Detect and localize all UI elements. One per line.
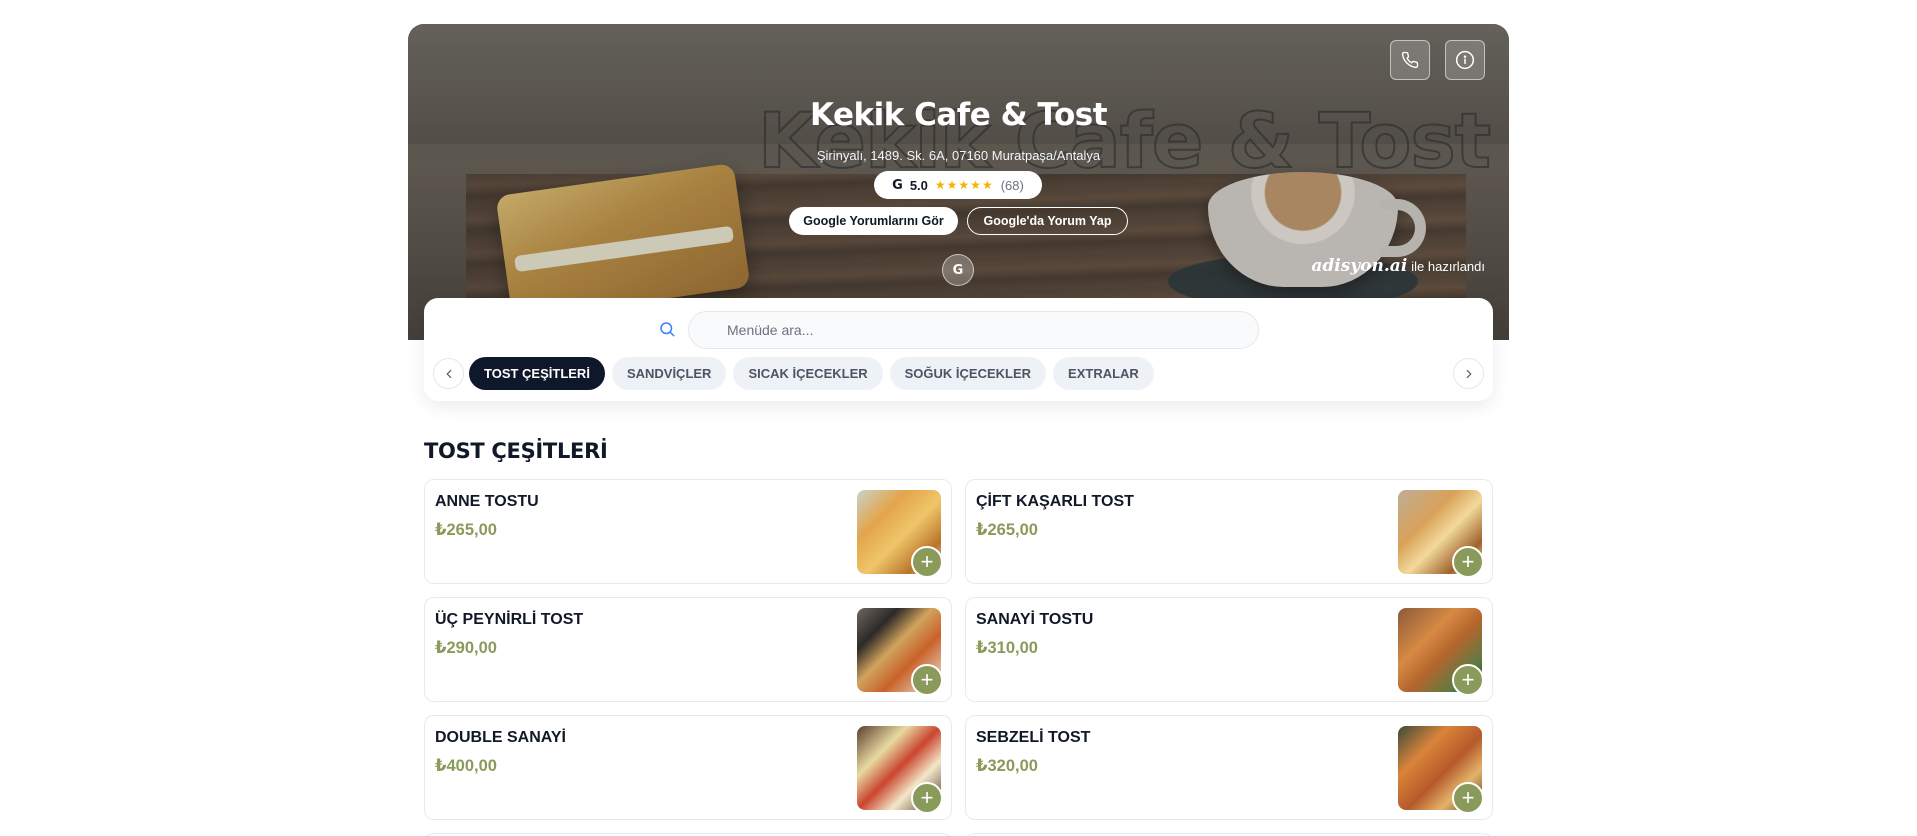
tab-sicak-icecekler[interactable]: SICAK İÇECEKLER [733, 357, 883, 390]
menu-item-card[interactable]: DOUBLE SANAYİ ₺400,00 + [424, 715, 952, 820]
write-review-button[interactable]: Google'da Yorum Yap [967, 207, 1128, 235]
menu-item-card[interactable]: ÇİFT KAŞARLI TOST ₺265,00 + [965, 479, 1493, 584]
info-button[interactable] [1445, 40, 1485, 80]
menu-item-card[interactable]: SANAYİ TOSTU ₺310,00 + [965, 597, 1493, 702]
phone-icon [1401, 51, 1419, 69]
rating-score: 5.0 [909, 177, 928, 193]
powered-by-suffix: ile hazırlandı [1411, 259, 1485, 274]
powered-by[interactable]: adisyon.ai ile hazırlandı [1311, 256, 1485, 276]
rating-badge: G 5.0 ★★★★★ (68) [874, 171, 1042, 199]
add-to-cart-button[interactable]: + [1452, 782, 1484, 814]
menu-item-price: ₺265,00 [976, 521, 1038, 539]
chevron-right-icon [1466, 369, 1472, 378]
search-panel: TOST ÇEŞİTLERİ SANDVİÇLER SICAK İÇECEKLE… [424, 298, 1493, 401]
tab-sandvicler[interactable]: SANDVİÇLER [611, 357, 727, 390]
plus-icon: + [920, 785, 934, 810]
add-to-cart-button[interactable]: + [1452, 546, 1484, 578]
menu-item-card[interactable]: ÜÇ PEYNİRLİ TOST ₺290,00 + [424, 597, 952, 702]
add-to-cart-button[interactable]: + [911, 546, 943, 578]
menu-item-card[interactable]: ANNE TOSTU ₺265,00 + [424, 479, 952, 584]
google-circle-icon[interactable]: G [942, 254, 974, 286]
google-icon: G [892, 177, 903, 193]
menu-item-name: ÇİFT KAŞARLI TOST [976, 493, 1134, 510]
hero-banner: Kekik Cafe & Tost Kekik Cafe & Tost Şiri… [408, 24, 1509, 340]
tab-extralar[interactable]: EXTRALAR [1053, 357, 1154, 390]
plus-icon: + [1461, 667, 1475, 692]
menu-item-name: SANAYİ TOSTU [976, 611, 1094, 628]
plus-icon: + [1461, 549, 1475, 574]
address-text: Şirinyalı, 1489. Sk. 6A, 07160 Muratpaşa… [816, 148, 1101, 163]
menu-item-name: SEBZELİ TOST [976, 729, 1091, 746]
menu-item-name: DOUBLE SANAYİ [435, 729, 566, 746]
menu-item-price: ₺310,00 [976, 639, 1038, 657]
category-scroll-right[interactable] [1453, 358, 1484, 389]
search-input[interactable] [688, 311, 1259, 349]
tab-soguk-icecekler[interactable]: SOĞUK İÇECEKLER [889, 357, 1047, 390]
menu-item-price: ₺400,00 [435, 757, 497, 775]
phone-button[interactable] [1390, 40, 1430, 80]
menu-item-name: ÜÇ PEYNİRLİ TOST [435, 611, 584, 628]
category-scroll-left[interactable] [433, 358, 464, 389]
menu-item-price: ₺320,00 [976, 757, 1038, 775]
add-to-cart-button[interactable]: + [1452, 664, 1484, 696]
google-reviews-button[interactable]: Google Yorumlarını Gör [789, 207, 958, 235]
menu-item-name: ANNE TOSTU [435, 493, 539, 510]
star-icons: ★★★★★ [934, 178, 994, 192]
menu-item-price: ₺265,00 [435, 521, 497, 539]
search-icon [660, 322, 675, 337]
menu-item-card[interactable]: SEBZELİ TOST ₺320,00 + [965, 715, 1493, 820]
menu-item-price: ₺290,00 [435, 639, 497, 657]
category-tabs: TOST ÇEŞİTLERİ SANDVİÇLER SICAK İÇECEKLE… [469, 357, 1154, 390]
plus-icon: + [1461, 785, 1475, 810]
add-to-cart-button[interactable]: + [911, 782, 943, 814]
plus-icon: + [920, 549, 934, 574]
section-title: TOST ÇEŞİTLERİ [424, 439, 608, 463]
page-title: Kekik Cafe & Tost [809, 97, 1108, 133]
adisyon-logo: adisyon.ai [1311, 256, 1408, 276]
chevron-left-icon [445, 369, 451, 378]
plus-icon: + [920, 667, 934, 692]
rating-count: (68) [1000, 177, 1024, 193]
tab-tost-cesitleri[interactable]: TOST ÇEŞİTLERİ [469, 357, 605, 390]
add-to-cart-button[interactable]: + [911, 664, 943, 696]
info-icon [1455, 50, 1475, 70]
